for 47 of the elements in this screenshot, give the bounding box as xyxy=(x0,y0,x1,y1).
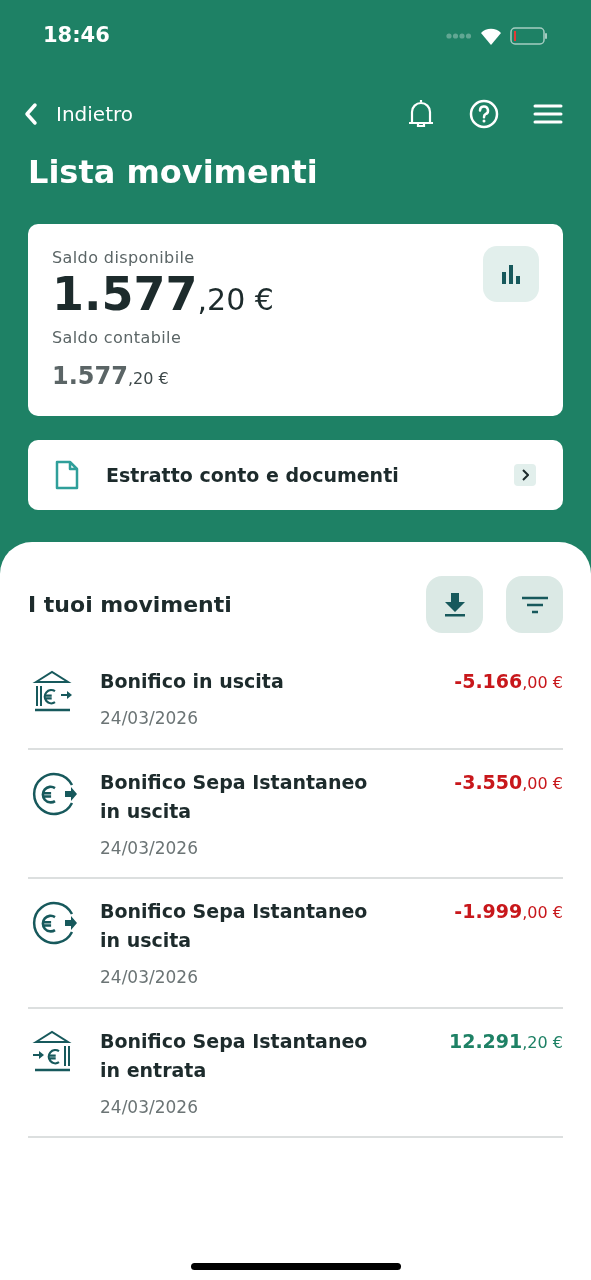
available-balance-amount: 1.577,20 € xyxy=(52,270,274,323)
bank-euro-in-icon xyxy=(32,1029,74,1074)
movement-title: Bonifico Sepa Istantaneo in uscita xyxy=(100,769,369,824)
filter-button[interactable] xyxy=(506,576,563,633)
documents-link[interactable]: Estratto conto e documenti xyxy=(28,440,563,510)
wifi-icon xyxy=(480,27,502,45)
bell-icon xyxy=(407,98,435,130)
signal-icon xyxy=(446,33,472,39)
bank-euro-out-icon xyxy=(32,670,74,714)
notifications-button[interactable] xyxy=(407,98,435,130)
movement-date: 24/03/2026 xyxy=(100,1095,199,1119)
status-time: 18:46 xyxy=(43,22,110,50)
movement-title: Bonifico Sepa Istantaneo in uscita xyxy=(100,899,369,953)
movement-row[interactable]: Bonifico Sepa Istantaneo in uscita 24/03/2026 -3.550,00 € xyxy=(28,749,563,879)
menu-button[interactable] xyxy=(533,104,563,124)
euro-circle-out-icon xyxy=(32,770,80,817)
euro-circle-out-icon xyxy=(32,900,80,946)
document-icon xyxy=(55,460,79,490)
bar-chart-icon xyxy=(501,264,521,284)
movement-amount: -1.999,00 € xyxy=(454,899,563,924)
movement-row[interactable]: Bonifico in uscita 24/03/2026 -5.166,00 € xyxy=(28,649,563,750)
movement-amount: -5.166,00 € xyxy=(454,669,563,694)
menu-icon xyxy=(533,104,563,124)
chart-button[interactable] xyxy=(483,246,539,302)
available-balance-label: Saldo disponibile xyxy=(52,247,196,269)
back-button[interactable]: Indietro xyxy=(24,99,133,129)
movement-title: Bonifico Sepa Istantaneo in entrata xyxy=(100,1028,369,1083)
accounting-balance-amount: 1.577,20 € xyxy=(52,361,170,392)
movement-amount: -3.550,00 € xyxy=(454,769,563,795)
back-icon xyxy=(24,102,38,126)
page-title: Lista movimenti xyxy=(27,152,319,193)
movement-amount: 12.291,20 € xyxy=(448,1028,563,1054)
battery-icon xyxy=(510,27,548,45)
chevron-icon xyxy=(514,464,536,486)
download-button[interactable] xyxy=(426,576,483,633)
help-icon xyxy=(469,99,499,129)
help-button[interactable] xyxy=(469,99,499,129)
movement-date: 24/03/2026 xyxy=(100,707,199,730)
movements-title: I tuoi movimenti xyxy=(28,591,232,619)
movement-date: 24/03/2026 xyxy=(100,966,199,989)
movement-date: 24/03/2026 xyxy=(100,836,199,860)
movement-row[interactable]: Bonifico Sepa Istantaneo in uscita 24/03/2026 -1.999,00 € xyxy=(28,879,563,1009)
download-icon xyxy=(443,592,466,617)
movement-title: Bonifico in uscita xyxy=(100,669,285,694)
movement-row[interactable]: Bonifico Sepa Istantaneo in entrata 24/03/2026 12.291,20 € xyxy=(28,1008,563,1138)
filter-icon xyxy=(521,595,548,614)
accounting-balance-label: Saldo contabile xyxy=(52,327,183,349)
